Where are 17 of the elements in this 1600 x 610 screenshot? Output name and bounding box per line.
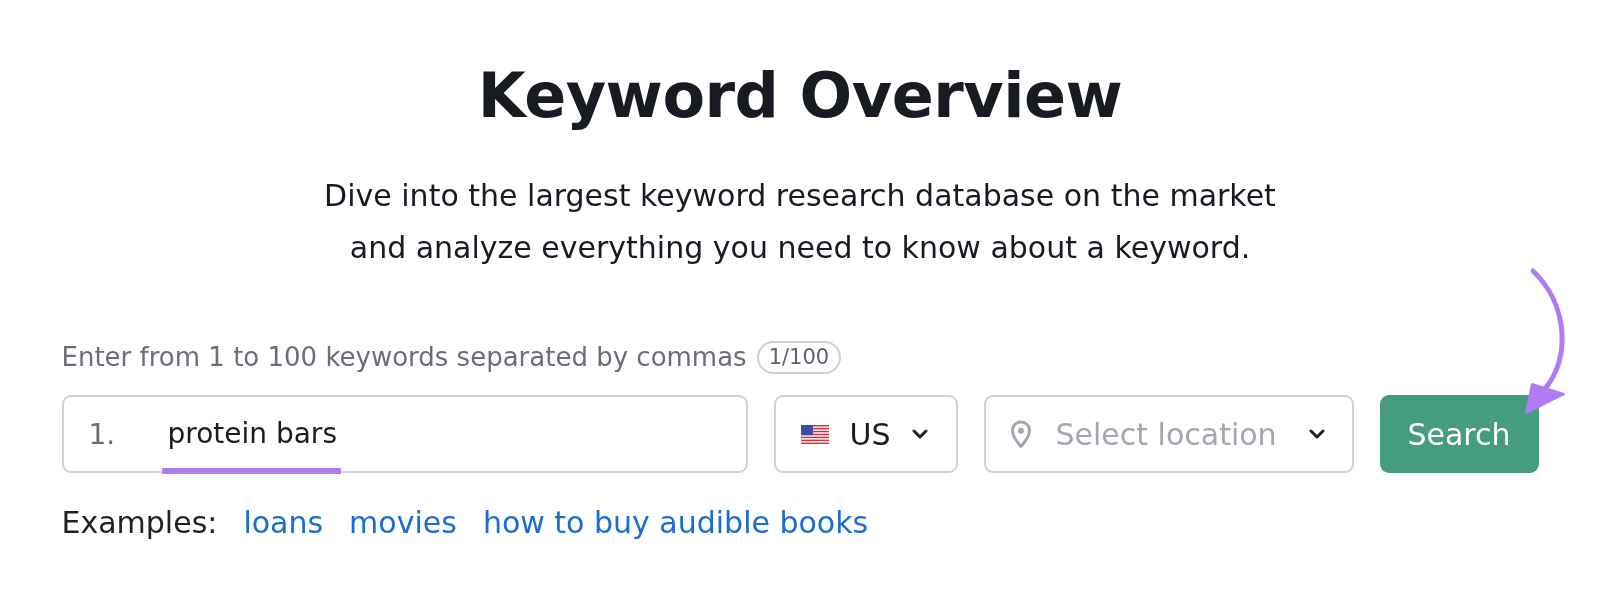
flag-icon — [800, 424, 829, 444]
country-select[interactable]: US — [773, 395, 958, 473]
keyword-input[interactable]: 1. protein bars — [61, 395, 748, 473]
keyword-hint: Enter from 1 to 100 keywords separated by commas — [61, 342, 747, 372]
example-link[interactable]: how to buy audible books — [482, 503, 869, 543]
location-pin-icon — [1009, 419, 1032, 449]
examples-label: Examples: — [61, 504, 218, 542]
line-number: 1. — [88, 417, 117, 451]
page-description: Dive into the largest keyword research database on the market and analyze everything you need to know about a keyword. — [323, 177, 1277, 267]
keyword-counter: 1/100 — [756, 340, 842, 374]
page-title: Keyword Overview — [476, 58, 1124, 134]
chevron-down-icon — [1308, 429, 1325, 439]
chevron-down-icon — [911, 429, 928, 439]
example-link[interactable]: loans — [243, 503, 324, 543]
search-button[interactable]: Search — [1379, 395, 1539, 473]
example-link[interactable]: movies — [349, 503, 457, 543]
keyword-text: protein bars — [167, 416, 337, 452]
